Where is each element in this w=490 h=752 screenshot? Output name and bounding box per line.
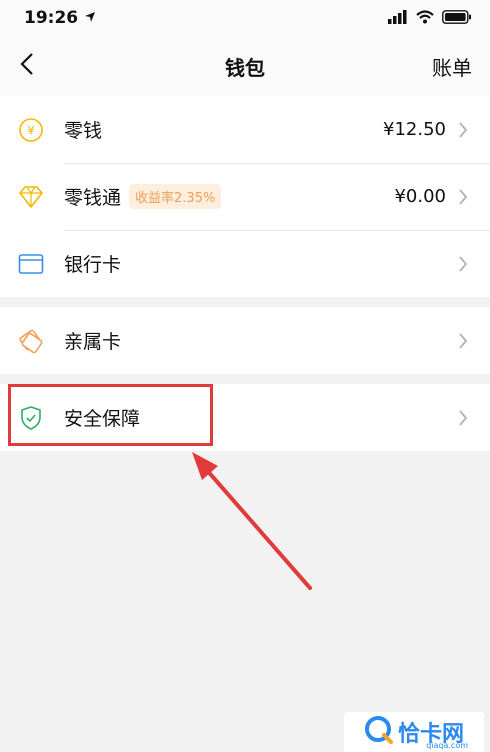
bank-card-label: 银行卡 <box>64 254 122 276</box>
shield-icon <box>18 405 44 431</box>
security-label: 安全保障 <box>64 408 141 430</box>
chevron-left-icon <box>20 53 34 79</box>
bank-card-icon <box>18 251 44 277</box>
change-balance: ¥12.50 <box>383 119 446 140</box>
diamond-icon <box>18 184 44 210</box>
change-label: 零钱 <box>64 120 103 142</box>
chevron-right-icon <box>458 409 470 427</box>
chevron-right-icon <box>458 332 470 350</box>
status-indicators <box>388 9 472 28</box>
bank-card-row[interactable]: 银行卡 <box>0 230 490 297</box>
change-row[interactable]: ¥ 零钱 ¥12.50 <box>0 96 490 163</box>
nav-bar: 钱包 账单 <box>0 36 490 96</box>
family-card-row[interactable]: 亲属卡 <box>0 307 490 374</box>
family-card-label: 亲属卡 <box>64 331 122 353</box>
wallet-group-family: 亲属卡 <box>0 307 490 374</box>
bill-button[interactable]: 账单 <box>432 52 472 81</box>
location-arrow-icon <box>84 8 96 28</box>
wallet-group-security: 安全保障 <box>0 384 490 451</box>
wifi-icon <box>416 9 434 28</box>
status-bar: 19:26 <box>0 0 490 36</box>
page-title: 钱包 <box>225 55 265 80</box>
security-row[interactable]: 安全保障 <box>0 384 490 451</box>
family-card-icon <box>18 328 44 354</box>
yield-rate-badge: 收益率2.35% <box>129 184 222 209</box>
watermark-url: qiaqa.com <box>426 741 468 750</box>
group-divider <box>0 374 490 384</box>
coin-icon: ¥ <box>18 117 44 143</box>
signal-icon <box>388 9 408 28</box>
battery-icon <box>442 9 472 28</box>
lingqiantong-label: 零钱通 <box>64 187 122 209</box>
watermark: 恰卡网 qiaqa.com <box>344 712 484 752</box>
chevron-right-icon <box>458 255 470 273</box>
status-time: 19:26 <box>24 8 96 28</box>
lingqiantong-row[interactable]: 零钱通 收益率2.35% ¥0.00 <box>0 163 490 230</box>
chevron-right-icon <box>458 121 470 139</box>
svg-text:¥: ¥ <box>27 123 35 137</box>
wallet-group-primary: ¥ 零钱 ¥12.50 零钱通 收益率2.35% ¥0.00 银行卡 <box>0 96 490 297</box>
lingqiantong-balance: ¥0.00 <box>394 186 446 207</box>
watermark-logo-icon <box>364 715 394 749</box>
group-divider <box>0 297 490 307</box>
chevron-right-icon <box>458 188 470 206</box>
back-button[interactable] <box>12 46 42 86</box>
